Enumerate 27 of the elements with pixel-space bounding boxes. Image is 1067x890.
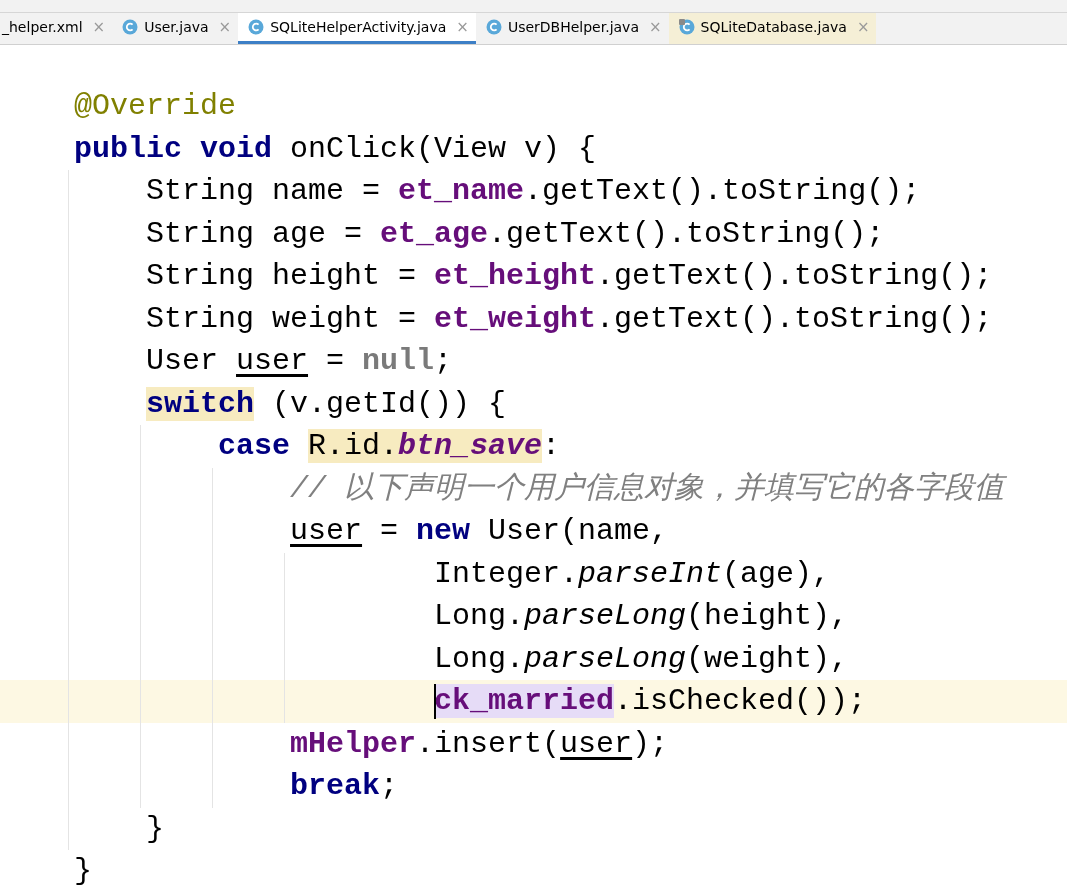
editor-tab[interactable]: _helper.xml × <box>0 13 113 44</box>
code-line: String age = et_age.getText().toString(); <box>146 215 885 252</box>
editor-tab[interactable]: UserDBHelper.java × <box>475 13 669 44</box>
code-line: Long.parseLong(height), <box>434 598 849 634</box>
code-line: @Override <box>74 88 237 124</box>
class-icon <box>122 19 139 35</box>
code-line: } <box>74 853 92 889</box>
code-line: break; <box>290 768 399 804</box>
code-line: String height = et_height.getText().toString(); <box>146 258 993 294</box>
code-line: Integer.parseInt(age), <box>434 555 831 592</box>
code-line: switch (v.getId()) { <box>146 385 507 422</box>
editor-tab[interactable]: SQLiteDatabase.java × <box>668 13 877 44</box>
code-line: mHelper.insert(user); <box>290 725 669 762</box>
code-line: public void onClick(View v) { <box>74 130 597 167</box>
code-line: String weight = et_weight.getText().toString(); <box>146 300 993 337</box>
code-line: String name = et_name.getText().toString(); <box>146 173 921 209</box>
code-comment: // 以下声明一个用户信息对象，并填写它的各字段值 <box>290 470 1005 507</box>
code-line: User user = null; <box>146 343 453 379</box>
code-line: Long.parseLong(weight), <box>434 640 849 677</box>
code-line: case R.id.btn_save: <box>218 428 561 464</box>
class-icon <box>485 19 502 35</box>
code-line: } <box>146 810 164 847</box>
class-icon <box>248 19 265 35</box>
locked-class-icon <box>678 19 695 35</box>
editor-tab[interactable]: User.java × <box>112 13 239 44</box>
code-line: user = new User(name, <box>290 513 669 549</box>
editor-tab[interactable]: SQLiteHelperActivity.java × <box>238 13 476 44</box>
